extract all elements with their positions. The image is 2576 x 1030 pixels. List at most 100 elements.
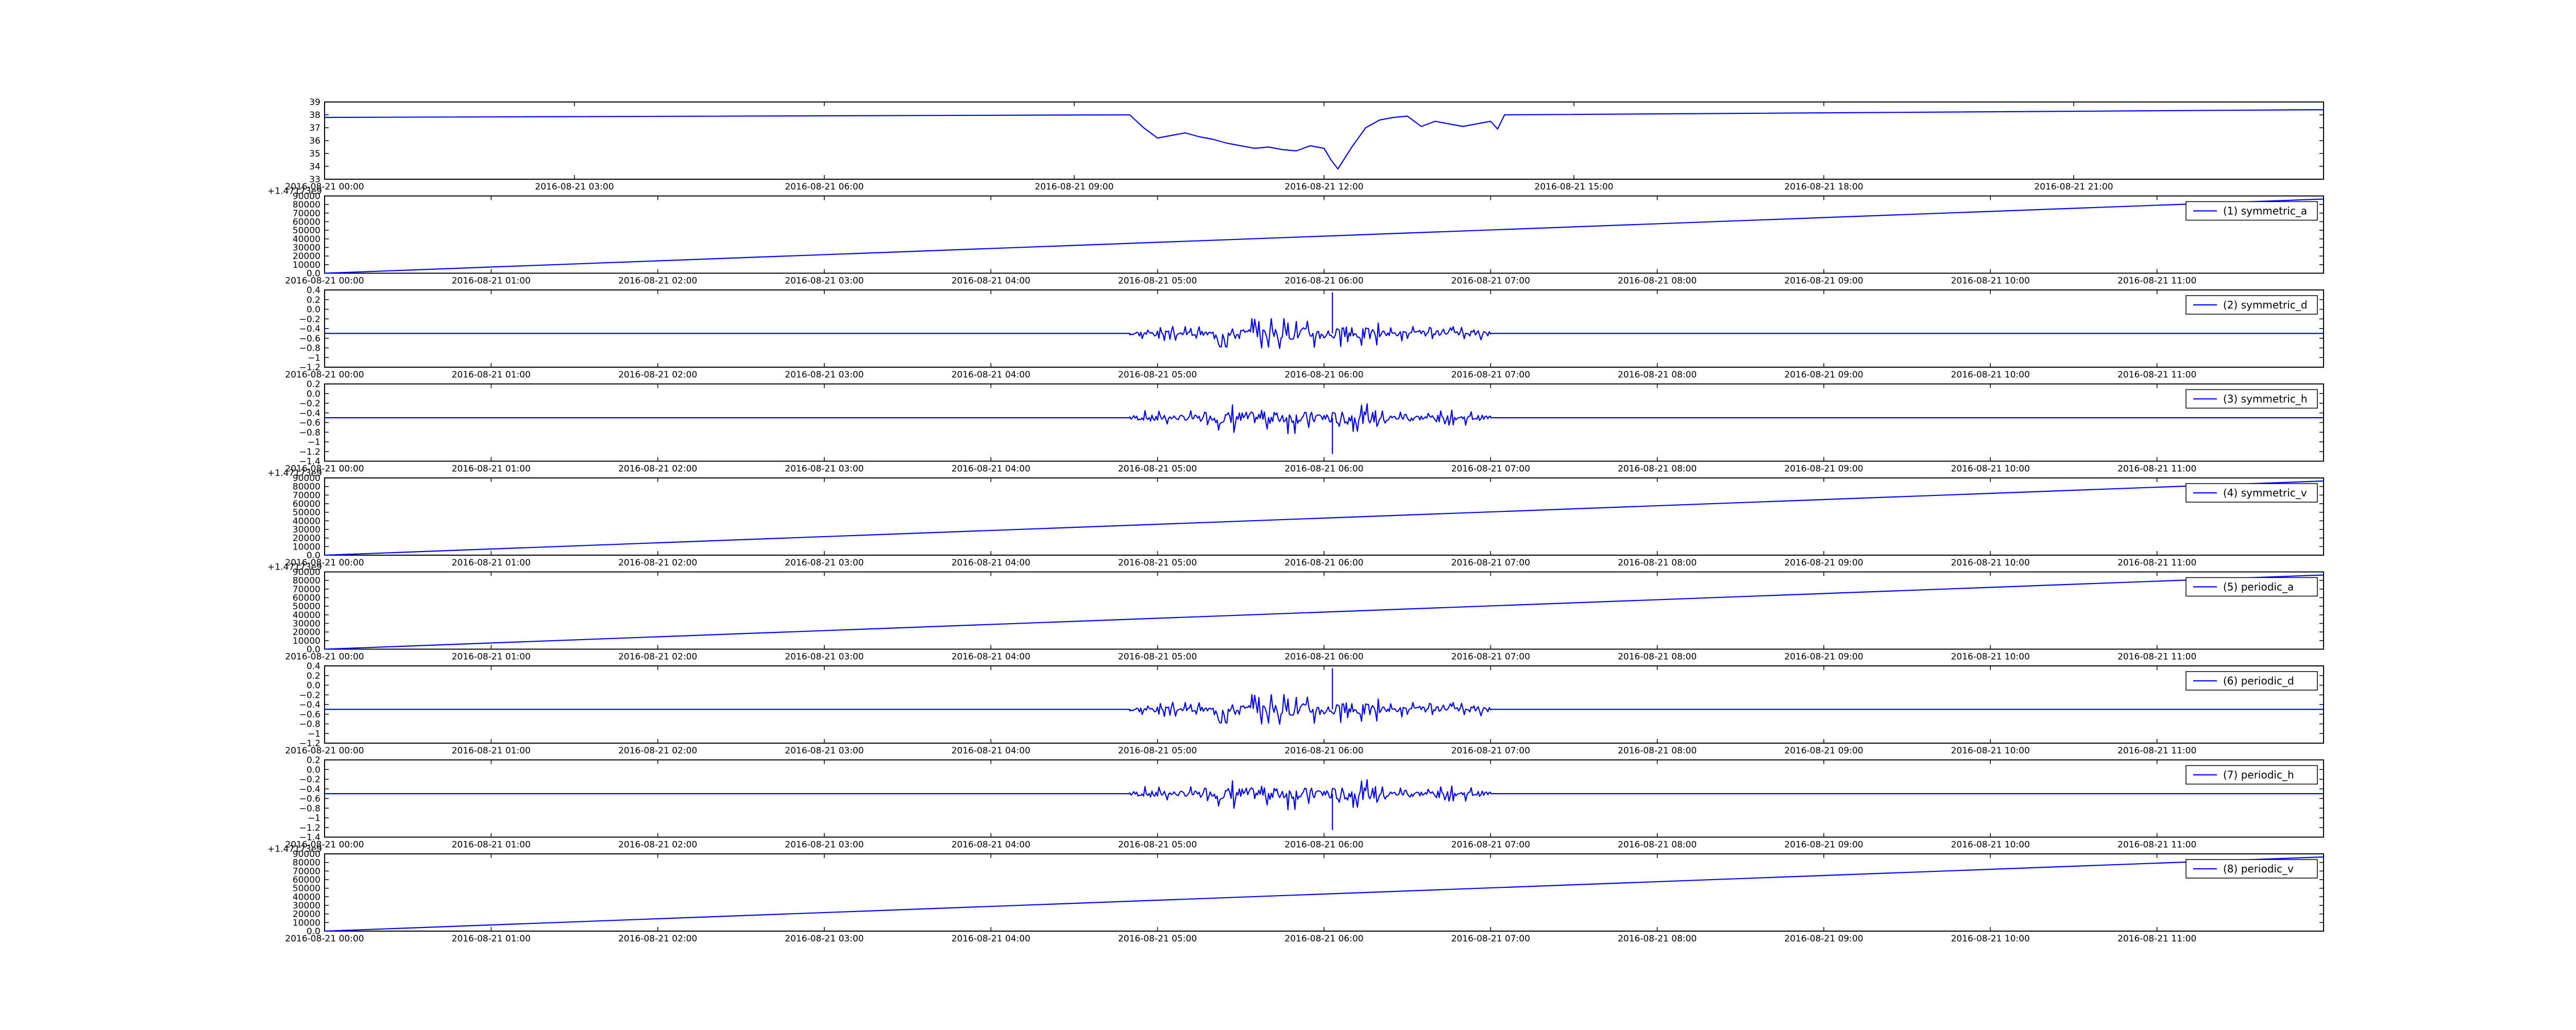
x-tick-label: 2016-08-21 02:00 <box>618 840 697 850</box>
x-tick-label: 2016-08-21 08:00 <box>1618 840 1697 850</box>
legend-label: (6) periodic_d <box>2223 675 2294 687</box>
legend-label: (5) periodic_a <box>2223 581 2294 593</box>
x-tick-label: 2016-08-21 03:00 <box>785 464 863 474</box>
x-tick-label: 2016-08-21 01:00 <box>452 276 531 286</box>
x-tick-label: 2016-08-21 03:00 <box>535 182 614 192</box>
plot-frame <box>324 665 2324 744</box>
x-tick-label: 2016-08-21 05:00 <box>1118 464 1197 474</box>
x-tick-label: 2016-08-21 03:00 <box>785 652 863 662</box>
x-tick-label: 2016-08-21 09:00 <box>1784 746 1863 756</box>
x-tick-label: 2016-08-21 04:00 <box>952 934 1030 944</box>
x-tick-label: 2016-08-21 08:00 <box>1618 276 1697 286</box>
y-tick-label: −0.6 <box>299 418 320 428</box>
x-tick-label: 2016-08-21 01:00 <box>452 840 531 850</box>
x-tick-label: 2016-08-21 05:00 <box>1118 558 1197 568</box>
x-tick-label: 2016-08-21 01:00 <box>452 652 531 662</box>
series-line <box>324 856 2324 932</box>
y-tick-label: 39 <box>309 97 320 108</box>
legend-label: (2) symmetric_d <box>2223 299 2308 311</box>
x-tick-label: 2016-08-21 02:00 <box>618 746 697 756</box>
legend: (3) symmetric_h <box>2185 389 2318 409</box>
x-tick-label: 2016-08-21 08:00 <box>1618 370 1697 380</box>
x-tick-label: 2016-08-21 11:00 <box>2117 746 2196 756</box>
y-tick-label: −0.8 <box>299 344 320 354</box>
series-line <box>325 694 2324 725</box>
y-tick-label: 0.2 <box>307 756 320 766</box>
y-tick-label: −1 <box>308 437 320 448</box>
y-offset-label: +1.47173e9 <box>267 186 322 197</box>
x-tick-label: 2016-08-21 10:00 <box>1951 652 2030 662</box>
x-tick-label: 2016-08-21 01:00 <box>452 558 531 568</box>
x-tick-label: 2016-08-21 06:00 <box>785 182 863 192</box>
x-tick-label: 2016-08-21 06:00 <box>1284 840 1363 850</box>
y-offset-label: +1.47173e9 <box>267 468 322 478</box>
y-tick-label: −0.6 <box>299 794 320 804</box>
series-line <box>324 109 2324 170</box>
legend-label: (8) periodic_v <box>2223 863 2294 875</box>
chart-panel-6: 0.01000020000300004000050000600007000080… <box>267 562 2324 662</box>
x-tick-label: 2016-08-21 06:00 <box>1284 558 1363 568</box>
plot-frame <box>324 289 2324 368</box>
y-tick-label: −0.8 <box>299 803 320 814</box>
y-tick-label: 37 <box>309 123 320 133</box>
y-tick-label: 0.0 <box>307 389 320 399</box>
series-line <box>324 480 2324 556</box>
chart-panel-2: 0.01000020000300004000050000600007000080… <box>267 186 2324 286</box>
x-tick-label: 2016-08-21 10:00 <box>1951 464 2030 474</box>
series-line <box>324 198 2324 274</box>
x-tick-label: 2016-08-21 07:00 <box>1451 840 1530 850</box>
x-tick-label: 2016-08-21 07:00 <box>1451 558 1530 568</box>
legend: (6) periodic_d <box>2185 671 2318 691</box>
x-tick-label: 2016-08-21 06:00 <box>1284 464 1363 474</box>
x-tick-label: 2016-08-21 01:00 <box>452 934 531 944</box>
x-tick-label: 2016-08-21 15:00 <box>1534 182 1613 192</box>
x-tick-label: 2016-08-21 06:00 <box>1284 652 1363 662</box>
legend: (8) periodic_v <box>2185 859 2318 879</box>
x-tick-label: 2016-08-21 00:00 <box>285 652 364 662</box>
x-tick-label: 2016-08-21 10:00 <box>1951 934 2030 944</box>
x-tick-label: 2016-08-21 10:00 <box>1951 558 2030 568</box>
chart-panel-1: 333435363738392016-08-21 00:00 2016-08-21… <box>285 97 2324 192</box>
chart-panel-4: −1.4−1.2−1−0.8−0.6−0.4−0.20.00.22016-08-… <box>285 380 2324 474</box>
legend: (4) symmetric_v <box>2185 483 2318 503</box>
x-tick-label: 2016-08-21 07:00 <box>1451 652 1530 662</box>
x-tick-label: 2016-08-21 08:00 <box>1618 746 1697 756</box>
x-tick-label: 2016-08-21 10:00 <box>1951 370 2030 380</box>
y-tick-label: 0.4 <box>307 661 320 672</box>
x-tick-label: 2016-08-21 02:00 <box>618 370 697 380</box>
figure: 333435363738392016-08-21 00:00 2016-08-21… <box>267 97 2324 944</box>
y-tick-label: −0.4 <box>299 408 320 419</box>
legend: (7) periodic_h <box>2185 765 2318 785</box>
y-tick-label: 0.2 <box>307 295 320 305</box>
y-tick-label: −0.2 <box>299 314 320 324</box>
x-tick-label: 2016-08-21 05:00 <box>1118 746 1197 756</box>
x-tick-label: 2016-08-21 04:00 <box>952 370 1030 380</box>
legend: (5) periodic_a <box>2185 577 2318 597</box>
legend-label: (4) symmetric_v <box>2223 487 2307 499</box>
y-tick-label: 34 <box>309 162 320 172</box>
x-tick-label: 2016-08-21 07:00 <box>1451 746 1530 756</box>
x-tick-label: 2016-08-21 06:00 <box>1284 276 1363 286</box>
y-tick-label: −0.2 <box>299 399 320 409</box>
x-tick-label: 2016-08-21 06:00 <box>1284 934 1363 944</box>
x-tick-label: 2016-08-21 05:00 <box>1118 370 1197 380</box>
y-tick-label: −0.2 <box>299 690 320 700</box>
y-tick-label: 0.2 <box>307 380 320 390</box>
x-tick-label: 2016-08-21 11:00 <box>2117 464 2196 474</box>
x-tick-label: 2016-08-21 02:00 <box>618 652 697 662</box>
y-tick-label: 0.0 <box>307 305 320 315</box>
x-tick-label: 2016-08-21 09:00 <box>1784 934 1863 944</box>
x-tick-label: 2016-08-21 09:00 <box>1035 182 1113 192</box>
legend: (1) symmetric_a <box>2185 201 2318 221</box>
y-tick-label: −0.4 <box>299 324 320 334</box>
x-tick-label: 2016-08-21 02:00 <box>618 464 697 474</box>
x-tick-label: 2016-08-21 01:00 <box>452 464 531 474</box>
x-tick-label: 2016-08-21 00:00 <box>285 370 364 380</box>
y-tick-label: −1.2 <box>299 823 320 833</box>
x-tick-label: 2016-08-21 05:00 <box>1118 652 1197 662</box>
y-tick-label: −1 <box>308 813 320 823</box>
x-tick-label: 2016-08-21 00:00 <box>285 276 364 286</box>
x-tick-label: 2016-08-21 04:00 <box>952 558 1030 568</box>
x-tick-label: 2016-08-21 09:00 <box>1784 276 1863 286</box>
x-tick-label: 2016-08-21 03:00 <box>785 934 863 944</box>
